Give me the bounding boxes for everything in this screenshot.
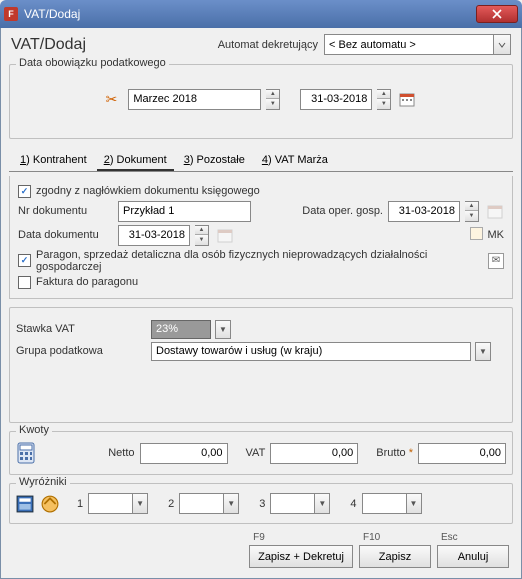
brutto-input[interactable] [418, 443, 506, 464]
wyr-4-label: 4 [350, 498, 356, 510]
chevron-down-icon: ▼ [223, 494, 238, 513]
calculator-icon [17, 442, 35, 464]
consistent-label: zgodny z nagłówkiem dokumentu księgowego [36, 185, 260, 197]
oper-date-spinner[interactable]: ▲▼ [465, 201, 479, 222]
page-title: VAT/Dodaj [11, 36, 218, 54]
oper-date-input[interactable] [388, 201, 460, 222]
brutto-label: Brutto * [376, 447, 413, 459]
tax-group-dropdown-button[interactable]: ▼ [475, 342, 491, 361]
docdate-label: Data dokumentu [18, 229, 113, 241]
tab-pozostale[interactable]: 3) Pozostałe [177, 151, 252, 171]
tax-group-label: Grupa podatkowa [16, 345, 146, 357]
docdate-input[interactable] [118, 225, 190, 246]
calendar-icon [217, 227, 233, 243]
save-decree-button[interactable]: Zapisz + Dekretuj [249, 545, 353, 568]
f10-hint: F10 [363, 532, 380, 543]
esc-hint: Esc [441, 532, 458, 543]
amounts-group: Kwoty Netto VAT Brutto * [9, 431, 513, 475]
nr-label: Nr dokumentu [18, 205, 113, 217]
docdate-calendar-button[interactable] [216, 226, 234, 244]
mk-box [470, 227, 483, 243]
paragon-label: Paragon, sprzedaż detaliczna dla osób fi… [36, 249, 483, 273]
chevron-down-icon: ▼ [314, 494, 329, 513]
save-button[interactable]: Zapisz [359, 545, 431, 568]
spin-up-icon: ▲ [377, 90, 390, 100]
chevron-down-icon: ▼ [406, 494, 421, 513]
spin-up-icon: ▲ [266, 90, 279, 100]
titlebar: F VAT/Dodaj [0, 0, 522, 28]
mk-checkbox[interactable] [470, 227, 483, 240]
wyr-2-select[interactable]: ▼ [179, 493, 239, 514]
automat-value: < Bez automatu > [329, 39, 416, 51]
amounts-group-title: Kwoty [16, 424, 52, 436]
period-spinner[interactable]: ▲▼ [266, 89, 280, 110]
tab-kontrahent[interactable]: 1) Kontrahent [13, 151, 94, 171]
chevron-down-icon [498, 41, 506, 49]
oper-label: Data oper. gosp. [302, 205, 383, 217]
consistent-checkbox[interactable] [18, 185, 31, 198]
tabs: 1) Kontrahent 2) Dokument 3) Pozostałe 4… [9, 147, 513, 172]
calendar-icon [399, 91, 415, 107]
wyr-icon-1[interactable] [16, 495, 34, 513]
vat-input[interactable] [270, 443, 358, 464]
tab-body: zgodny z nagłówkiem dokumentu księgowego… [9, 176, 513, 299]
paragon-checkbox[interactable] [18, 254, 31, 267]
duty-date-spinner[interactable]: ▲▼ [377, 89, 391, 110]
netto-label: Netto [108, 447, 134, 459]
calendar-icon [487, 203, 503, 219]
footer: F9 Zapisz + Dekretuj F10 Zapisz Esc Anul… [7, 528, 515, 572]
wyr-4-select[interactable]: ▼ [362, 493, 422, 514]
faktura-checkbox[interactable] [18, 276, 31, 289]
faktura-label: Faktura do paragonu [36, 276, 138, 288]
app-icon: F [4, 7, 18, 21]
wyr-icon-2[interactable] [41, 495, 59, 513]
spin-down-icon: ▼ [377, 99, 390, 109]
tab-dokument[interactable]: 2) Dokument [97, 151, 174, 171]
header-row: VAT/Dodaj Automat dekretujący < Bez auto… [7, 30, 515, 60]
automat-dropdown-button[interactable] [493, 34, 511, 55]
rate-label: Stawka VAT [16, 323, 146, 335]
wyr-1-select[interactable]: ▼ [88, 493, 148, 514]
tax-group-value: Dostawy towarów i usług (w kraju) [156, 345, 322, 357]
wyr-1-label: 1 [77, 498, 83, 510]
rate-dropdown-button[interactable]: ▼ [215, 320, 231, 339]
scissors-icon: ✂ [106, 91, 118, 108]
wyrozniki-group-title: Wyróżniki [16, 476, 70, 488]
wyrozniki-group: Wyróżniki 1 ▼ 2 ▼ 3 ▼ 4 ▼ [9, 483, 513, 524]
window-title: VAT/Dodaj [24, 7, 476, 21]
note-icon[interactable]: ✉ [488, 253, 504, 269]
duty-date-input[interactable] [300, 89, 372, 110]
duty-calendar-button[interactable] [398, 90, 416, 108]
spin-down-icon: ▼ [266, 99, 279, 109]
wyr-3-select[interactable]: ▼ [270, 493, 330, 514]
wyr-3-label: 3 [259, 498, 265, 510]
oper-calendar-button[interactable] [486, 202, 504, 220]
rate-select[interactable]: 23% [151, 320, 211, 339]
cancel-button[interactable]: Anuluj [437, 545, 509, 568]
tax-group-select[interactable]: Dostawy towarów i usług (w kraju) [151, 342, 471, 361]
automat-label: Automat dekretujący [218, 39, 318, 51]
wyr-2-label: 2 [168, 498, 174, 510]
docdate-spinner[interactable]: ▲▼ [195, 225, 209, 246]
close-button[interactable] [476, 5, 518, 23]
duty-group-title: Data obowiązku podatkowego [16, 57, 169, 69]
vat-group: Stawka VAT 23% ▼ Grupa podatkowa Dostawy… [9, 307, 513, 423]
mk-label: MK [488, 229, 505, 241]
rate-value: 23% [156, 323, 178, 335]
vat-label: VAT [246, 447, 266, 459]
chevron-down-icon: ▼ [132, 494, 147, 513]
netto-input[interactable] [140, 443, 228, 464]
calculator-button[interactable] [16, 441, 36, 465]
duty-group: Data obowiązku podatkowego ✂ ▲▼ ▲▼ [9, 64, 513, 139]
period-input[interactable] [128, 89, 261, 110]
close-icon [492, 9, 502, 19]
f9-hint: F9 [253, 532, 265, 543]
automat-select[interactable]: < Bez automatu > [324, 34, 494, 55]
nr-input[interactable] [118, 201, 251, 222]
tab-vat-marza[interactable]: 4) VAT Marża [255, 151, 335, 171]
